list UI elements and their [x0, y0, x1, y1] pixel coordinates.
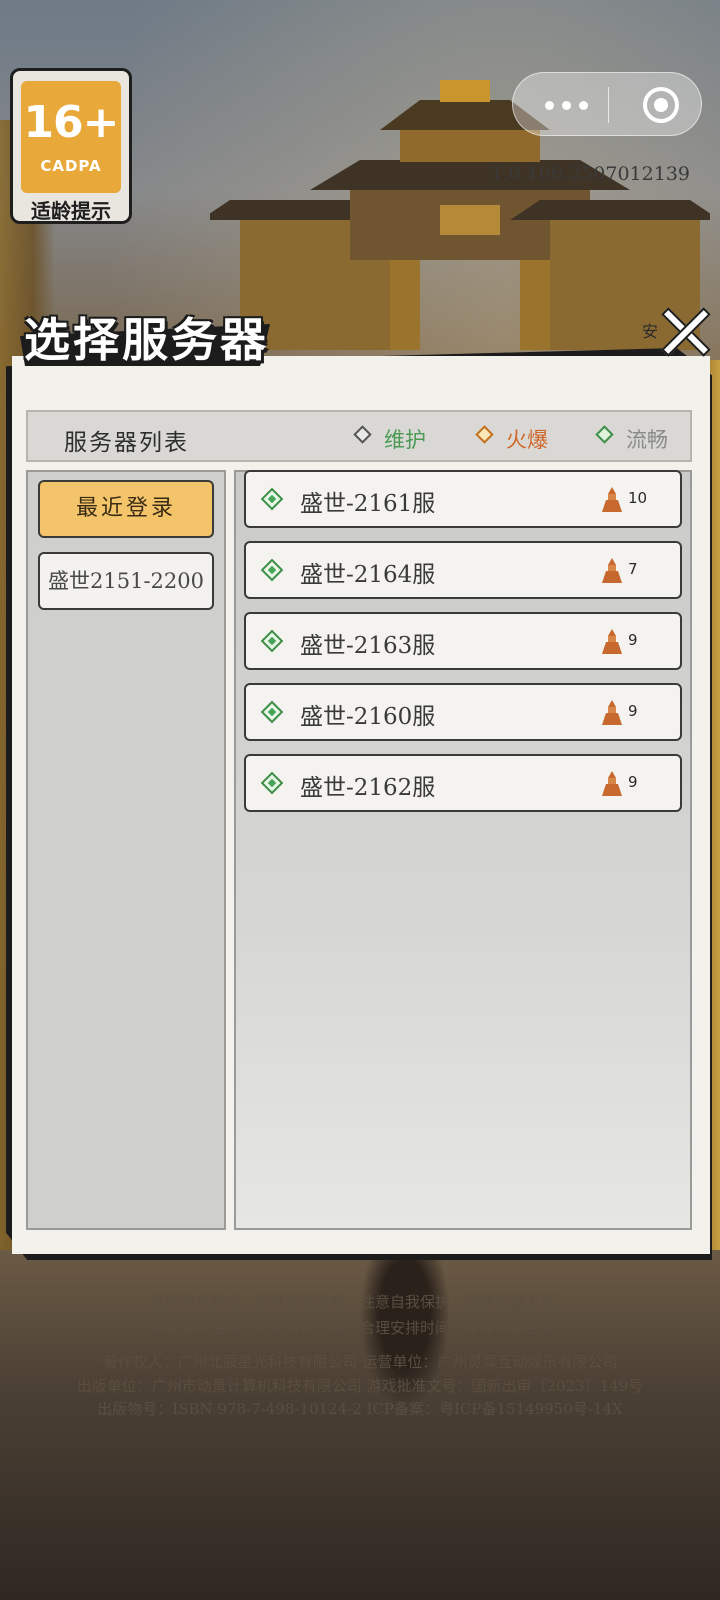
- copyright-line: 著作权人：广州北辰星光科技有限公司 运营单位：广州灵犀互动娱乐有限公司: [102, 1353, 618, 1371]
- server-row[interactable]: 盛世-2162服 9: [244, 754, 682, 812]
- legend-smooth-label: 流畅: [626, 428, 668, 452]
- character-icon: [602, 771, 622, 796]
- close-dialog-button[interactable]: [660, 305, 712, 359]
- character-icon: [602, 487, 622, 512]
- publisher-line: 出版单位：广州市动景计算机科技有限公司 游戏批准文号：国新出审〔2023〕149…: [76, 1377, 644, 1395]
- server-name: 盛世-2164服: [300, 562, 436, 588]
- server-name: 盛世-2162服: [300, 775, 436, 801]
- smooth-status-icon: [260, 487, 284, 511]
- character-count: 7: [628, 560, 638, 578]
- legend-hot-label: 火爆: [506, 428, 548, 452]
- server-row[interactable]: 盛世-2163服 9: [244, 612, 682, 670]
- capsule-divider: [608, 87, 609, 123]
- age-rating-value: 16+: [23, 97, 119, 148]
- character-count: 10: [628, 489, 648, 507]
- age-rating-badge[interactable]: 16+ CADPA 适龄提示: [10, 68, 132, 224]
- smooth-status-icon: [260, 771, 284, 795]
- server-list-caption: 服务器列表: [64, 430, 189, 456]
- server-list-panel: 盛世-2161服 10 盛世-2164服 7 盛世-2163服 9 盛世-216…: [234, 470, 692, 1230]
- exit-miniprogram-icon[interactable]: [643, 87, 679, 123]
- server-list-header: 服务器列表 维护 火爆 流畅: [26, 410, 692, 462]
- character-icon: [602, 629, 622, 654]
- smooth-status-icon: [260, 558, 284, 582]
- server-row[interactable]: 盛世-2161服 10: [244, 470, 682, 528]
- character-icon: [602, 558, 622, 583]
- server-row[interactable]: 盛世-2160服 9: [244, 683, 682, 741]
- smooth-status-icon: [260, 700, 284, 724]
- dialog-title: 选择服务器: [24, 313, 269, 367]
- legend-maintenance: 维护: [353, 424, 426, 454]
- green-diamond-icon: [595, 425, 614, 444]
- character-icon: [602, 700, 622, 725]
- license-line: 出版物号：ISBN 978-7-498-10124-2 ICP备案：粤ICP备1…: [97, 1400, 623, 1418]
- character-count: 9: [628, 702, 638, 720]
- server-name: 盛世-2161服: [300, 491, 436, 517]
- character-count: 9: [628, 773, 638, 791]
- category-recent-login[interactable]: 最近登录: [38, 480, 214, 538]
- legend-maintenance-label: 维护: [384, 428, 426, 452]
- gray-diamond-icon: [353, 425, 372, 444]
- orange-diamond-icon: [475, 425, 494, 444]
- age-rating-org: CADPA: [40, 157, 102, 175]
- legend-smooth: 流畅: [595, 424, 668, 454]
- partial-label: 安: [642, 322, 659, 341]
- server-name: 盛世-2160服: [300, 704, 436, 730]
- miniprogram-capsule: [512, 72, 702, 136]
- smooth-status-icon: [260, 629, 284, 653]
- character-count: 9: [628, 631, 638, 649]
- legend-hot: 火爆: [475, 424, 548, 454]
- server-name: 盛世-2163服: [300, 633, 436, 659]
- version-label: 1.0.106.2507012139: [490, 163, 690, 185]
- health-notice-line: 适度游戏益脑，沉迷游戏伤身。合理安排时间，享受健康生活。: [149, 1319, 570, 1337]
- server-row[interactable]: 盛世-2164服 7: [244, 541, 682, 599]
- age-rating-tip: 适龄提示: [31, 199, 111, 223]
- category-server-range[interactable]: 盛世2151-2200: [38, 552, 214, 610]
- health-notice-line: 抵制不良游戏，拒绝盗版游戏。注意自我保护，谨防受骗上当。: [149, 1293, 570, 1311]
- category-panel: 最近登录 盛世2151-2200: [26, 470, 226, 1230]
- more-options-icon[interactable]: [537, 89, 597, 121]
